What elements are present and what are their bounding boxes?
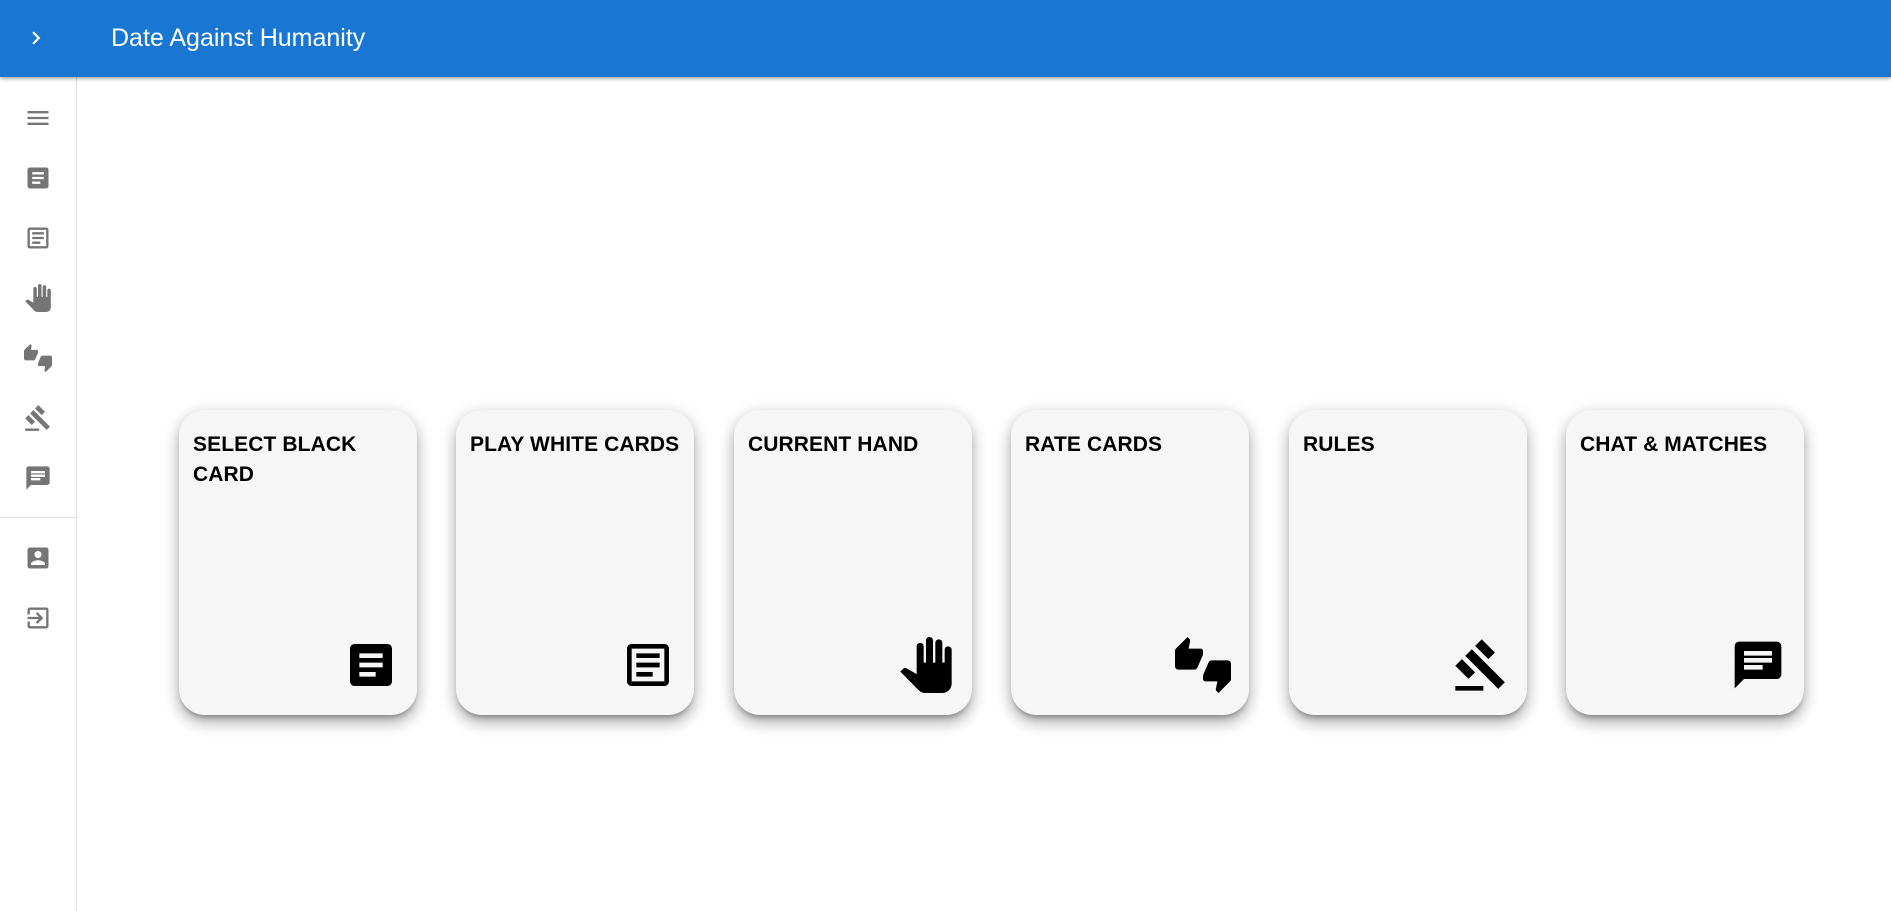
sidebar-item-chat-matches[interactable] — [0, 450, 76, 506]
article-outline-icon — [620, 637, 676, 693]
gavel-icon — [24, 404, 52, 432]
card-title: CHAT & MATCHES — [1580, 433, 1768, 456]
card-rules[interactable]: RULES — [1289, 410, 1527, 715]
sidebar-item-logout[interactable] — [0, 590, 76, 646]
article-outline-icon — [24, 224, 52, 252]
sidebar-item-rules[interactable] — [0, 390, 76, 446]
app-bar: Date Against Humanity — [0, 0, 1891, 77]
card-chat-matches[interactable]: CHAT & MATCHES — [1566, 410, 1804, 715]
sidebar-item-current-hand[interactable] — [0, 270, 76, 326]
app-title: Date Against Humanity — [111, 24, 366, 52]
account-box-icon — [24, 544, 52, 572]
card-select-black-card[interactable]: SELECT BLACK CARD — [179, 410, 417, 715]
card-rate-cards[interactable]: RATE CARDS — [1011, 410, 1249, 715]
hand-icon — [898, 637, 954, 693]
card-title: CURRENT HAND — [748, 433, 919, 456]
thumbs-up-down-icon — [24, 344, 52, 372]
sidebar-item-menu[interactable] — [0, 90, 76, 146]
card-title: RULES — [1303, 433, 1375, 456]
hand-icon — [24, 284, 52, 312]
card-title: SELECT BLACK CARD — [193, 433, 357, 486]
gavel-icon — [1453, 637, 1509, 693]
sidebar-item-play-white-cards[interactable] — [0, 210, 76, 266]
chat-icon — [1730, 637, 1786, 693]
card-current-hand[interactable]: CURRENT HAND — [734, 410, 972, 715]
card-play-white-cards[interactable]: PLAY WHITE CARDS — [456, 410, 694, 715]
drawer-toggle-button[interactable] — [12, 14, 60, 62]
sidebar — [0, 77, 77, 911]
sidebar-divider — [0, 517, 76, 518]
card-title: PLAY WHITE CARDS — [470, 433, 680, 456]
sidebar-item-select-black-card[interactable] — [0, 150, 76, 206]
logout-icon — [24, 604, 52, 632]
menu-icon — [24, 104, 52, 132]
chevron-right-icon — [32, 31, 41, 45]
sidebar-item-profile[interactable] — [0, 530, 76, 586]
sidebar-item-rate-cards[interactable] — [0, 330, 76, 386]
chat-icon — [24, 464, 52, 492]
card-title: RATE CARDS — [1025, 433, 1163, 456]
article-filled-icon — [24, 164, 52, 192]
thumbs-up-down-icon — [1175, 637, 1231, 693]
article-filled-icon — [343, 637, 399, 693]
